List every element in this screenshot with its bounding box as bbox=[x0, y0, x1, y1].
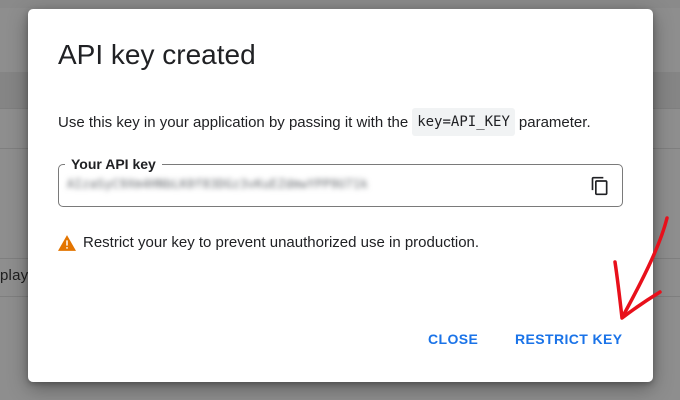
code-snippet: key=API_KEY bbox=[412, 108, 515, 136]
description-text-before: Use this key in your application by pass… bbox=[58, 113, 409, 131]
copy-icon bbox=[591, 176, 608, 196]
warning-text: Restrict your key to prevent unauthorize… bbox=[83, 234, 480, 251]
background-side-text: play bbox=[0, 267, 29, 284]
api-key-value[interactable]: AIzaSyC9Xm4HNbLK0f83DGz3vKuEZdmwYPP9U71k bbox=[67, 177, 368, 191]
api-key-dialog: API key created Use this key in your app… bbox=[28, 9, 653, 382]
dialog-description: Use this key in your application by pass… bbox=[58, 108, 591, 136]
warning-icon bbox=[58, 234, 76, 251]
api-key-label: Your API key bbox=[65, 156, 162, 172]
close-button[interactable]: CLOSE bbox=[428, 331, 478, 347]
restrict-key-button[interactable]: RESTRICT KEY bbox=[515, 331, 622, 347]
api-key-field[interactable]: Your API key AIzaSyC9Xm4HNbLK0f83DGz3vKu… bbox=[58, 156, 623, 207]
warning-message: Restrict your key to prevent unauthorize… bbox=[58, 234, 479, 251]
copy-button[interactable] bbox=[588, 174, 612, 198]
description-text-after: parameter. bbox=[518, 113, 591, 131]
dialog-title: API key created bbox=[58, 39, 256, 70]
background-header bbox=[0, 0, 680, 8]
